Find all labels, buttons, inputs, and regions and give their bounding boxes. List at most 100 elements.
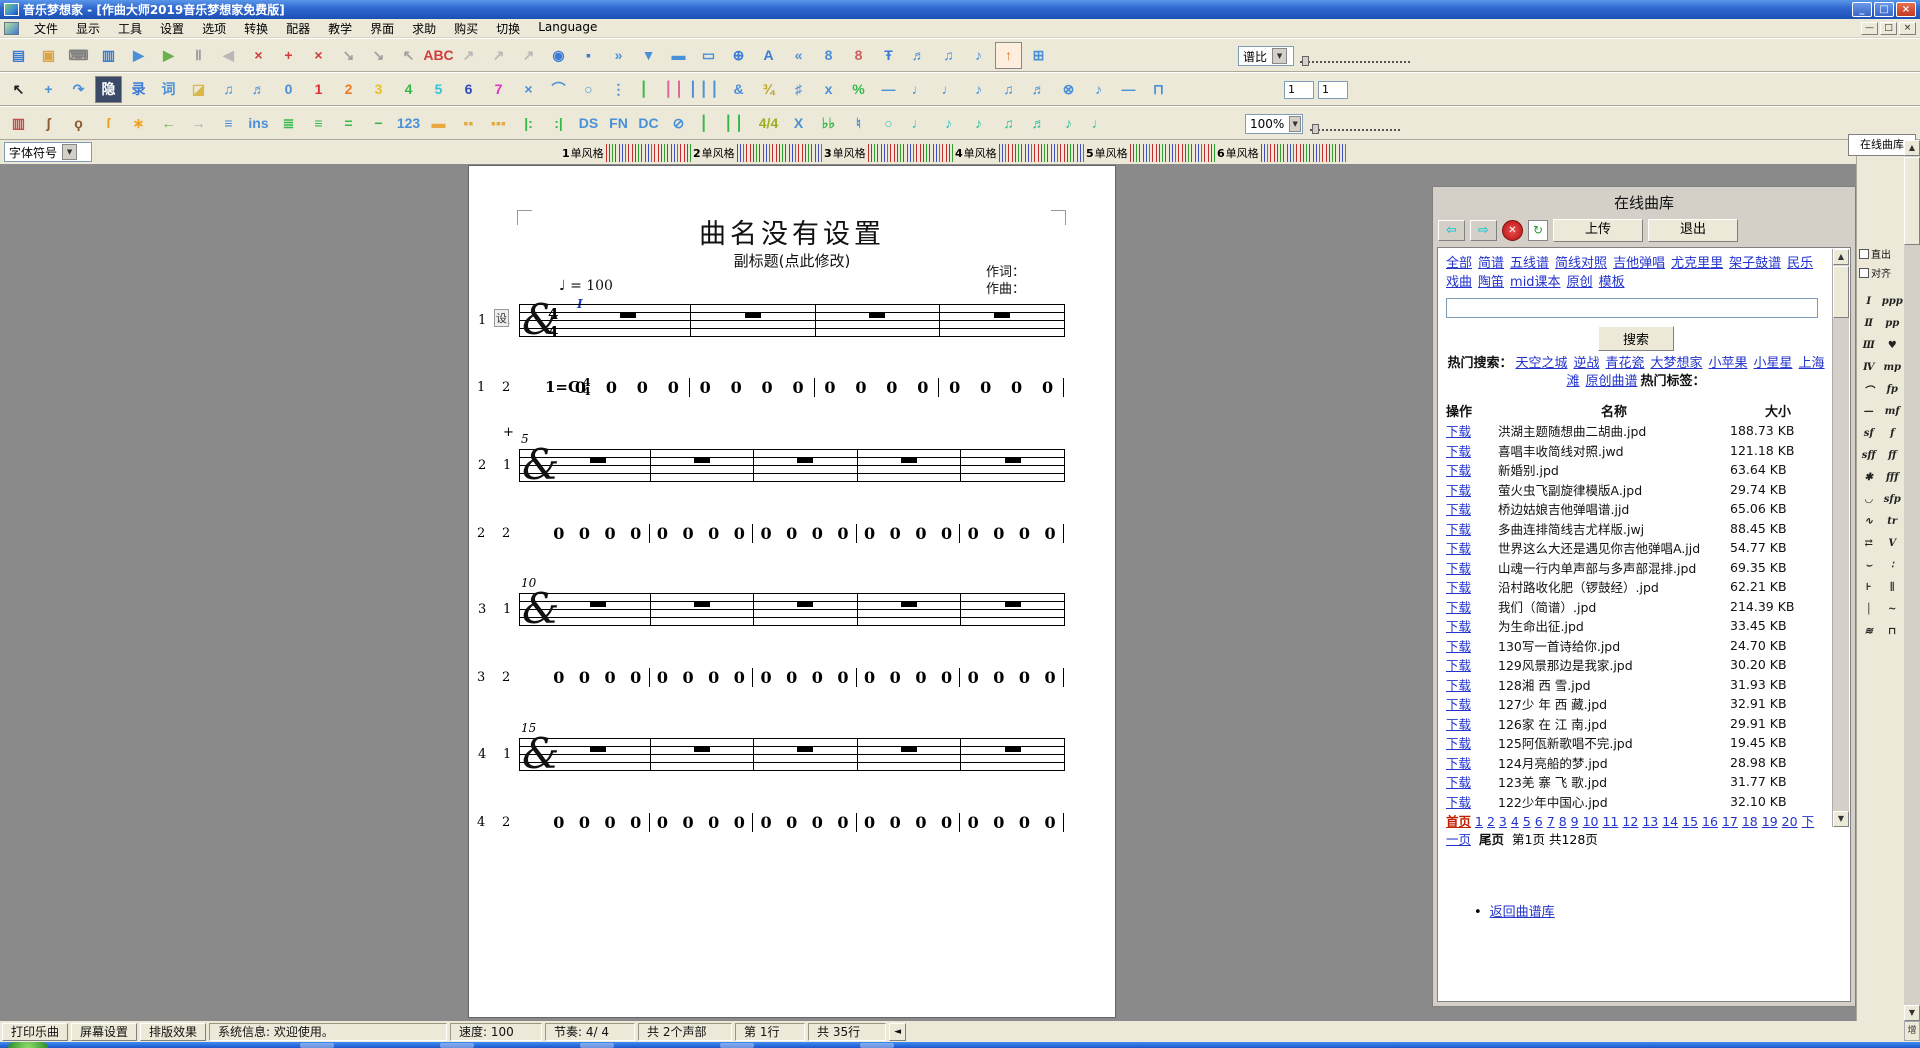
page-link[interactable]: 1 xyxy=(1475,814,1483,829)
expand-down-icon[interactable]: ▼ xyxy=(635,42,662,69)
palette-item[interactable]: pp xyxy=(1881,312,1905,334)
page-link[interactable]: 3 xyxy=(1499,814,1507,829)
measure-style-tab[interactable]: 2 单风格 xyxy=(693,142,824,164)
scroll-down-icon[interactable]: ▼ xyxy=(1904,1005,1920,1021)
grace-4-icon[interactable]: ♪ xyxy=(1055,110,1082,137)
category-link[interactable]: 尤克里里 xyxy=(1671,256,1723,271)
checkbox-icon[interactable] xyxy=(1859,268,1869,278)
bar-orange-2-icon[interactable]: ▪▪ xyxy=(455,110,482,137)
hot-search-link[interactable]: 原创曲谱 xyxy=(1585,374,1637,389)
download-link[interactable]: 下载 xyxy=(1446,538,1498,557)
degree-0-icon[interactable]: 0 xyxy=(275,76,302,103)
staff-measure[interactable] xyxy=(547,593,651,626)
page-link[interactable]: 16 xyxy=(1702,814,1718,829)
line-single-icon[interactable]: − xyxy=(365,110,392,137)
palette-item[interactable]: Ⅰ xyxy=(1857,290,1881,312)
jianpu-measure[interactable]: 0000 xyxy=(960,813,1064,832)
staff-number-input[interactable]: 1 xyxy=(1318,81,1348,99)
line-style-2-icon[interactable]: ≡ xyxy=(305,110,332,137)
menu-item[interactable]: 界面 xyxy=(361,18,403,39)
fermata-icon[interactable]: ○ xyxy=(575,76,602,103)
score-ratio-select[interactable]: 谱比▼ xyxy=(1238,46,1294,66)
beam-notes-2-icon[interactable]: ♬ xyxy=(245,76,272,103)
grace-2-icon[interactable]: ♫ xyxy=(995,110,1022,137)
duration-half-icon[interactable]: ♩ xyxy=(905,76,932,103)
category-link[interactable]: 吉他弹唱 xyxy=(1613,256,1665,271)
browser-forward-button[interactable]: ⇨ xyxy=(1470,220,1497,241)
jianpu-measure[interactable]: 0000 xyxy=(546,813,650,832)
metronome-icon[interactable]: ◉ xyxy=(545,42,572,69)
page-link[interactable]: 19 xyxy=(1762,814,1778,829)
close-button[interactable]: × xyxy=(1896,2,1916,17)
step-forward-icon[interactable]: → xyxy=(185,110,212,137)
paste-block-up-icon[interactable]: ↖ xyxy=(395,42,422,69)
hot-search-link[interactable]: 小星星 xyxy=(1754,356,1793,371)
jianpu-measure[interactable]: 0000 xyxy=(650,668,754,687)
hot-search-link[interactable]: 大梦想家 xyxy=(1651,356,1703,371)
dal-segno-icon[interactable]: DS xyxy=(575,110,602,137)
menu-item[interactable]: 显示 xyxy=(67,18,109,39)
download-link[interactable]: 下载 xyxy=(1446,558,1498,577)
palette-item[interactable]: │ xyxy=(1857,598,1881,620)
quarter-note-cyan-icon[interactable]: ♩ xyxy=(905,110,932,137)
italic-text-icon[interactable]: A xyxy=(755,42,782,69)
category-link[interactable]: 陶笛 xyxy=(1478,275,1504,290)
menu-item[interactable]: 求助 xyxy=(403,18,445,39)
jianpu-line-part1[interactable]: 121=C440000000000000000 xyxy=(519,378,1064,398)
palette-item[interactable]: sf xyxy=(1857,422,1881,444)
barline-thin-icon[interactable]: ▏ xyxy=(695,110,722,137)
part-remove-icon[interactable]: 8 xyxy=(845,42,872,69)
part-add-icon[interactable]: 8 xyxy=(815,42,842,69)
open-file-icon[interactable]: ▣ xyxy=(35,42,62,69)
menu-item[interactable]: 文件 xyxy=(25,18,67,39)
step-back-icon[interactable]: ← xyxy=(155,110,182,137)
insert-mode-icon[interactable]: ins xyxy=(245,110,272,137)
jianpu-measure[interactable]: 0000 xyxy=(857,668,961,687)
print-score-button[interactable]: 打印乐曲 xyxy=(2,1023,68,1041)
palette-item[interactable]: ⊓ xyxy=(1881,620,1905,642)
search-button[interactable]: 搜索 xyxy=(1598,326,1674,351)
page-link[interactable]: 18 xyxy=(1742,814,1758,829)
line-tool-icon[interactable]: ▬ xyxy=(665,42,692,69)
download-link[interactable]: 下载 xyxy=(1446,460,1498,479)
delete-measure-icon[interactable]: × xyxy=(245,42,272,69)
staff-measure[interactable] xyxy=(816,304,941,337)
download-link[interactable]: 下载 xyxy=(1446,636,1498,655)
bar-orange-3-icon[interactable]: ▪▪▪ xyxy=(485,110,512,137)
page-link[interactable]: 17 xyxy=(1722,814,1738,829)
palette-item[interactable]: f xyxy=(1881,422,1905,444)
grace-5-icon[interactable]: ♩ xyxy=(1085,110,1112,137)
screen-scrollbar[interactable]: ▲ ▼ xyxy=(1904,140,1920,1021)
jianpu-measure[interactable]: 0000 xyxy=(753,524,857,543)
duration-sixteenth-icon[interactable]: ♫ xyxy=(995,76,1022,103)
download-link[interactable]: 下载 xyxy=(1446,733,1498,752)
child-close-button[interactable]: × xyxy=(1899,22,1916,35)
tie-slur-icon[interactable]: ⌒ xyxy=(545,76,572,103)
scroll-up-icon[interactable]: ▲ xyxy=(1833,249,1849,265)
palette-item[interactable]: ≋ xyxy=(1857,620,1881,642)
exit-button[interactable]: 退出 xyxy=(1648,219,1738,242)
beam-notes-icon[interactable]: ♫ xyxy=(215,76,242,103)
staff-system-part3[interactable]: 3110& xyxy=(519,593,1064,626)
palette-item[interactable]: ∿ xyxy=(1857,510,1881,532)
page-link[interactable]: 14 xyxy=(1662,814,1678,829)
staff-measure[interactable] xyxy=(940,304,1065,337)
menu-item[interactable]: 教学 xyxy=(319,18,361,39)
page-link[interactable]: 13 xyxy=(1642,814,1658,829)
palette-item[interactable]: sfp xyxy=(1881,488,1905,510)
child-restore-button[interactable]: □ xyxy=(1880,22,1897,35)
eraser-icon[interactable]: ◪ xyxy=(185,76,212,103)
download-link[interactable]: 下载 xyxy=(1446,499,1498,518)
select-block-3-icon[interactable]: ↗ xyxy=(515,42,542,69)
paste-block-down-icon[interactable]: ↘ xyxy=(335,42,362,69)
select-block-2-icon[interactable]: ↗ xyxy=(485,42,512,69)
staff-measure[interactable] xyxy=(651,593,755,626)
page-link[interactable]: 20 xyxy=(1782,814,1798,829)
numbered-notation-icon[interactable]: 123 xyxy=(395,110,422,137)
jianpu-measure[interactable]: 0000 xyxy=(546,524,650,543)
search-input[interactable] xyxy=(1446,298,1818,318)
tempo-marking[interactable]: ♩ = 100 xyxy=(559,278,613,294)
score-ratio-slider[interactable] xyxy=(1300,55,1410,63)
staff-measure[interactable] xyxy=(651,738,755,771)
mdi-child-icon[interactable] xyxy=(4,22,19,35)
